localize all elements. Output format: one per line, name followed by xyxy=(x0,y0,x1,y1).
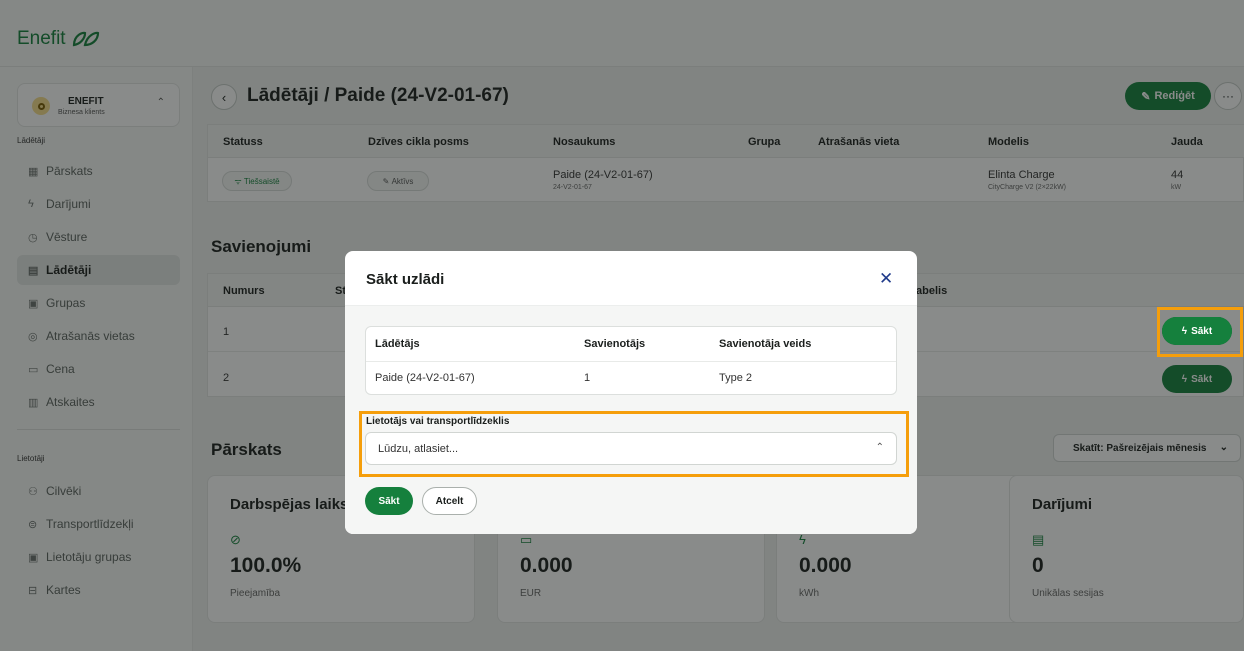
dialog-start-button[interactable]: Sākt xyxy=(365,487,413,515)
dialog-header: Sākt uzlādi ✕ xyxy=(345,251,917,306)
dialog-title: Sākt uzlādi xyxy=(366,271,445,288)
highlight-frame xyxy=(359,411,909,477)
col-connector-type: Savienotāja veids xyxy=(719,338,812,350)
col-connector: Savienotājs xyxy=(584,338,646,350)
bolt-icon: ϟ xyxy=(1181,325,1188,337)
close-icon[interactable]: ✕ xyxy=(879,269,893,289)
dialog-connector-type: Type 2 xyxy=(719,372,753,384)
dialog-cancel-button[interactable]: Atcelt xyxy=(422,487,477,515)
dialog-charger-table: Lādētājs Savienotājs Savienotāja veids P… xyxy=(365,326,897,395)
start-button-connector-1-highlighted[interactable]: ϟ Sākt xyxy=(1162,317,1232,345)
row-divider xyxy=(366,361,896,362)
dialog-charger-name: Paide (24-V2-01-67) xyxy=(375,372,475,384)
start-charging-dialog: Sākt uzlādi ✕ Lādētājs Savienotājs Savie… xyxy=(345,251,917,534)
dialog-connector-number: 1 xyxy=(584,372,591,384)
col-charger: Lādētājs xyxy=(375,338,420,350)
